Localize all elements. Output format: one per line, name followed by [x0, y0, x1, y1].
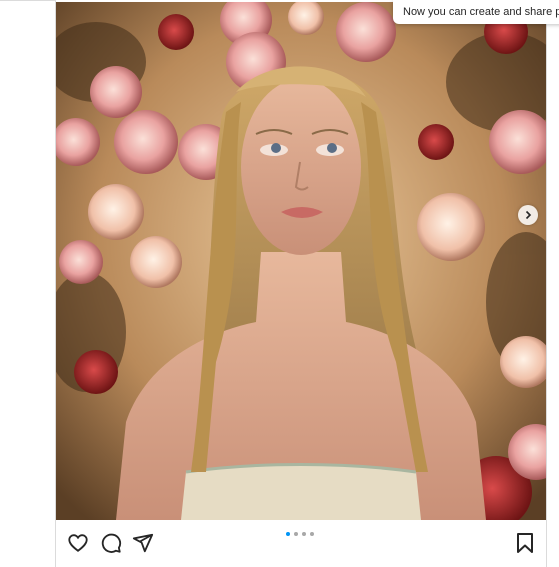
heart-icon	[68, 534, 88, 552]
toast-text: Now you can create and share p	[403, 6, 559, 18]
chevron-right-icon	[525, 210, 532, 220]
bookmark-icon	[517, 533, 533, 553]
save-button[interactable]	[515, 532, 535, 559]
carousel-indicator	[286, 532, 314, 536]
post-photo	[56, 2, 546, 520]
comment-icon	[101, 533, 122, 553]
carousel-dot-2	[294, 532, 298, 536]
carousel-next-button[interactable]	[518, 205, 538, 225]
carousel-dot-1	[286, 532, 290, 536]
share-button[interactable]	[132, 532, 154, 559]
carousel-dot-4	[310, 532, 314, 536]
like-button[interactable]	[67, 532, 89, 559]
comment-button[interactable]	[100, 532, 122, 559]
paper-plane-icon	[132, 533, 154, 553]
post-action-bar	[56, 520, 546, 567]
notification-toast: Now you can create and share p	[393, 0, 559, 24]
carousel-dot-3	[302, 532, 306, 536]
post-image[interactable]	[56, 2, 546, 520]
